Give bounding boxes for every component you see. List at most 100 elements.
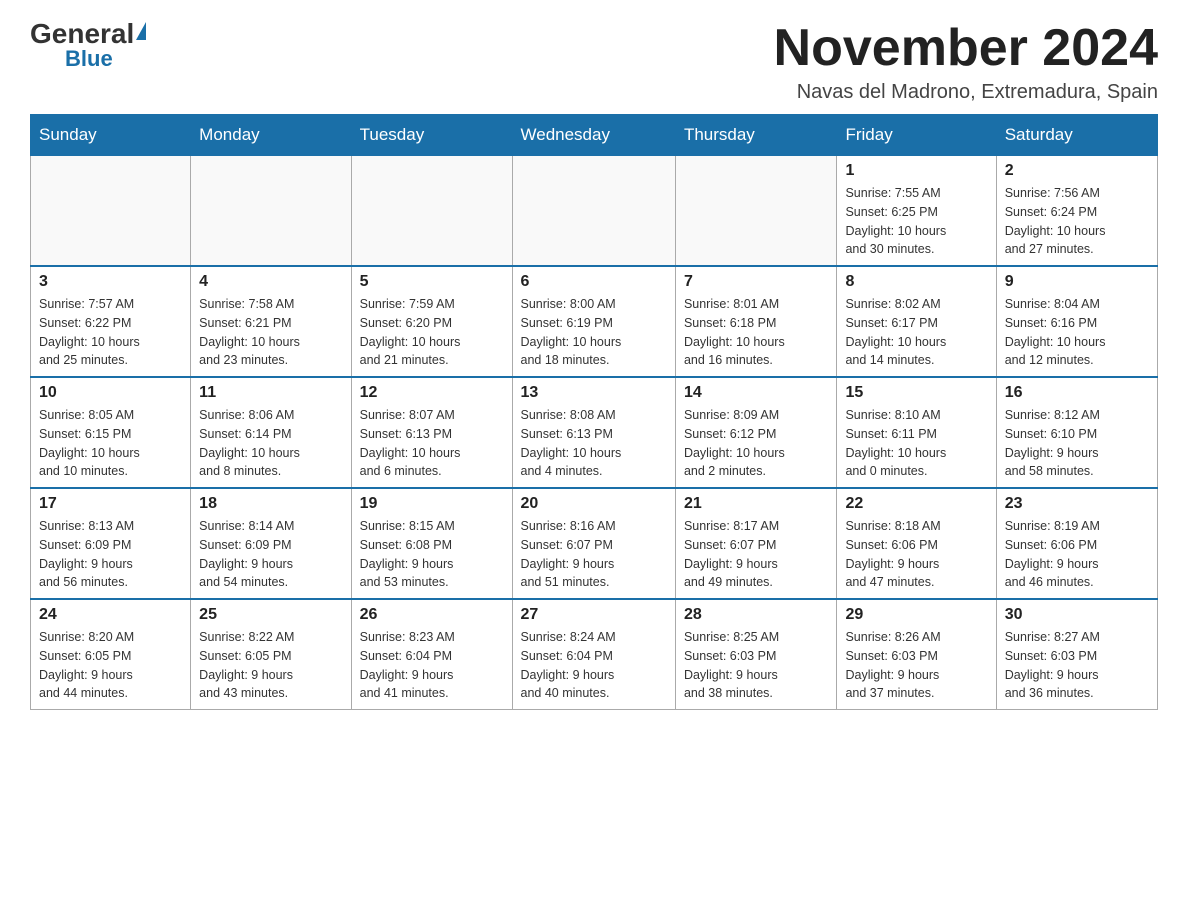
month-year-title: November 2024 — [774, 20, 1158, 77]
table-row: 21 Sunrise: 8:17 AM Sunset: 6:07 PM Dayli… — [675, 488, 837, 599]
day-info: Sunrise: 8:02 AM Sunset: 6:17 PM Dayligh… — [845, 295, 987, 370]
header-wednesday: Wednesday — [512, 115, 675, 156]
day-info: Sunrise: 8:07 AM Sunset: 6:13 PM Dayligh… — [360, 406, 504, 481]
calendar-week-row: 1Sunrise: 7:55 AM Sunset: 6:25 PM Daylig… — [31, 156, 1158, 267]
day-info: Sunrise: 8:12 AM Sunset: 6:10 PM Dayligh… — [1005, 406, 1149, 481]
day-info: Sunrise: 8:06 AM Sunset: 6:14 PM Dayligh… — [199, 406, 342, 481]
table-row: 10 Sunrise: 8:05 AM Sunset: 6:15 PM Dayli… — [31, 377, 191, 488]
table-row: 7 Sunrise: 8:01 AM Sunset: 6:18 PM Daylig… — [675, 266, 837, 377]
table-row: 5 Sunrise: 7:59 AM Sunset: 6:20 PM Daylig… — [351, 266, 512, 377]
table-row: 19 Sunrise: 8:15 AM Sunset: 6:08 PM Dayli… — [351, 488, 512, 599]
page-header: General Blue November 2024 Navas del Mad… — [30, 20, 1158, 104]
day-number: 19 — [360, 495, 504, 513]
day-info: Sunrise: 8:23 AM Sunset: 6:04 PM Dayligh… — [360, 628, 504, 703]
table-row: 27 Sunrise: 8:24 AM Sunset: 6:04 PM Dayli… — [512, 599, 675, 710]
day-number: 2 — [1005, 162, 1149, 180]
day-info: Sunrise: 7:59 AM Sunset: 6:20 PM Dayligh… — [360, 295, 504, 370]
table-row — [675, 156, 837, 267]
day-info: Sunrise: 8:13 AM Sunset: 6:09 PM Dayligh… — [39, 517, 182, 592]
day-number: 23 — [1005, 495, 1149, 513]
table-row: 12 Sunrise: 8:07 AM Sunset: 6:13 PM Dayli… — [351, 377, 512, 488]
table-row: 8 Sunrise: 8:02 AM Sunset: 6:17 PM Daylig… — [837, 266, 996, 377]
day-info: Sunrise: 8:17 AM Sunset: 6:07 PM Dayligh… — [684, 517, 829, 592]
header-saturday: Saturday — [996, 115, 1157, 156]
day-number: 10 — [39, 384, 182, 402]
table-row: 1Sunrise: 7:55 AM Sunset: 6:25 PM Daylig… — [837, 156, 996, 267]
day-info: Sunrise: 8:16 AM Sunset: 6:07 PM Dayligh… — [521, 517, 667, 592]
table-row: 22 Sunrise: 8:18 AM Sunset: 6:06 PM Dayli… — [837, 488, 996, 599]
day-info: Sunrise: 7:57 AM Sunset: 6:22 PM Dayligh… — [39, 295, 182, 370]
table-row: 6Sunrise: 8:00 AM Sunset: 6:19 PM Daylig… — [512, 266, 675, 377]
table-row: 15 Sunrise: 8:10 AM Sunset: 6:11 PM Dayli… — [837, 377, 996, 488]
day-number: 7 — [684, 273, 829, 291]
table-row: 24Sunrise: 8:20 AM Sunset: 6:05 PM Dayli… — [31, 599, 191, 710]
table-row — [512, 156, 675, 267]
day-info: Sunrise: 8:20 AM Sunset: 6:05 PM Dayligh… — [39, 628, 182, 703]
calendar-title-section: November 2024 Navas del Madrono, Extrema… — [774, 20, 1158, 104]
day-number: 28 — [684, 606, 829, 624]
table-row: 26Sunrise: 8:23 AM Sunset: 6:04 PM Dayli… — [351, 599, 512, 710]
logo: General Blue — [30, 20, 146, 72]
table-row: 14 Sunrise: 8:09 AM Sunset: 6:12 PM Dayli… — [675, 377, 837, 488]
calendar-table: Sunday Monday Tuesday Wednesday Thursday… — [30, 114, 1158, 710]
day-info: Sunrise: 8:22 AM Sunset: 6:05 PM Dayligh… — [199, 628, 342, 703]
table-row: 11 Sunrise: 8:06 AM Sunset: 6:14 PM Dayli… — [191, 377, 351, 488]
day-info: Sunrise: 8:27 AM Sunset: 6:03 PM Dayligh… — [1005, 628, 1149, 703]
day-number: 14 — [684, 384, 829, 402]
header-sunday: Sunday — [31, 115, 191, 156]
day-info: Sunrise: 7:58 AM Sunset: 6:21 PM Dayligh… — [199, 295, 342, 370]
day-info: Sunrise: 8:24 AM Sunset: 6:04 PM Dayligh… — [521, 628, 667, 703]
calendar-week-row: 17 Sunrise: 8:13 AM Sunset: 6:09 PM Dayli… — [31, 488, 1158, 599]
calendar-week-row: 3Sunrise: 7:57 AM Sunset: 6:22 PM Daylig… — [31, 266, 1158, 377]
weekday-header-row: Sunday Monday Tuesday Wednesday Thursday… — [31, 115, 1158, 156]
day-number: 15 — [845, 384, 987, 402]
day-number: 21 — [684, 495, 829, 513]
day-info: Sunrise: 7:56 AM Sunset: 6:24 PM Dayligh… — [1005, 184, 1149, 259]
table-row: 17 Sunrise: 8:13 AM Sunset: 6:09 PM Dayli… — [31, 488, 191, 599]
table-row — [31, 156, 191, 267]
header-tuesday: Tuesday — [351, 115, 512, 156]
day-number: 8 — [845, 273, 987, 291]
day-number: 22 — [845, 495, 987, 513]
day-number: 4 — [199, 273, 342, 291]
day-number: 27 — [521, 606, 667, 624]
day-info: Sunrise: 8:15 AM Sunset: 6:08 PM Dayligh… — [360, 517, 504, 592]
day-info: Sunrise: 8:25 AM Sunset: 6:03 PM Dayligh… — [684, 628, 829, 703]
table-row: 20 Sunrise: 8:16 AM Sunset: 6:07 PM Dayli… — [512, 488, 675, 599]
header-thursday: Thursday — [675, 115, 837, 156]
day-info: Sunrise: 8:09 AM Sunset: 6:12 PM Dayligh… — [684, 406, 829, 481]
logo-triangle-icon — [136, 22, 146, 40]
table-row: 25Sunrise: 8:22 AM Sunset: 6:05 PM Dayli… — [191, 599, 351, 710]
day-info: Sunrise: 8:08 AM Sunset: 6:13 PM Dayligh… — [521, 406, 667, 481]
day-info: Sunrise: 8:19 AM Sunset: 6:06 PM Dayligh… — [1005, 517, 1149, 592]
table-row: 29 Sunrise: 8:26 AM Sunset: 6:03 PM Dayli… — [837, 599, 996, 710]
day-info: Sunrise: 8:26 AM Sunset: 6:03 PM Dayligh… — [845, 628, 987, 703]
table-row: 30Sunrise: 8:27 AM Sunset: 6:03 PM Dayli… — [996, 599, 1157, 710]
day-number: 12 — [360, 384, 504, 402]
day-number: 29 — [845, 606, 987, 624]
day-info: Sunrise: 8:14 AM Sunset: 6:09 PM Dayligh… — [199, 517, 342, 592]
table-row — [191, 156, 351, 267]
table-row: 16 Sunrise: 8:12 AM Sunset: 6:10 PM Dayli… — [996, 377, 1157, 488]
day-number: 9 — [1005, 273, 1149, 291]
calendar-week-row: 24Sunrise: 8:20 AM Sunset: 6:05 PM Dayli… — [31, 599, 1158, 710]
table-row: 9Sunrise: 8:04 AM Sunset: 6:16 PM Daylig… — [996, 266, 1157, 377]
day-number: 6 — [521, 273, 667, 291]
table-row: 3Sunrise: 7:57 AM Sunset: 6:22 PM Daylig… — [31, 266, 191, 377]
day-info: Sunrise: 8:05 AM Sunset: 6:15 PM Dayligh… — [39, 406, 182, 481]
header-monday: Monday — [191, 115, 351, 156]
day-number: 11 — [199, 384, 342, 402]
day-info: Sunrise: 8:01 AM Sunset: 6:18 PM Dayligh… — [684, 295, 829, 370]
day-number: 5 — [360, 273, 504, 291]
day-number: 20 — [521, 495, 667, 513]
table-row: 4 Sunrise: 7:58 AM Sunset: 6:21 PM Daylig… — [191, 266, 351, 377]
day-number: 16 — [1005, 384, 1149, 402]
day-info: Sunrise: 8:10 AM Sunset: 6:11 PM Dayligh… — [845, 406, 987, 481]
calendar-week-row: 10 Sunrise: 8:05 AM Sunset: 6:15 PM Dayli… — [31, 377, 1158, 488]
table-row: 23 Sunrise: 8:19 AM Sunset: 6:06 PM Dayli… — [996, 488, 1157, 599]
day-number: 17 — [39, 495, 182, 513]
logo-blue-text: Blue — [65, 46, 113, 72]
logo-general-text: General — [30, 20, 134, 48]
day-info: Sunrise: 8:18 AM Sunset: 6:06 PM Dayligh… — [845, 517, 987, 592]
table-row: 28 Sunrise: 8:25 AM Sunset: 6:03 PM Dayli… — [675, 599, 837, 710]
